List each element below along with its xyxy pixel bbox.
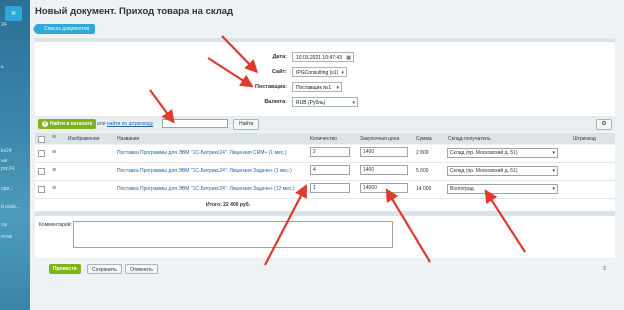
arrow [149, 89, 175, 124]
arrow [207, 57, 254, 88]
arrow [385, 188, 431, 263]
arrow [484, 189, 526, 253]
arrow [221, 35, 259, 74]
annotation-arrows [149, 35, 526, 266]
arrow [264, 184, 308, 266]
